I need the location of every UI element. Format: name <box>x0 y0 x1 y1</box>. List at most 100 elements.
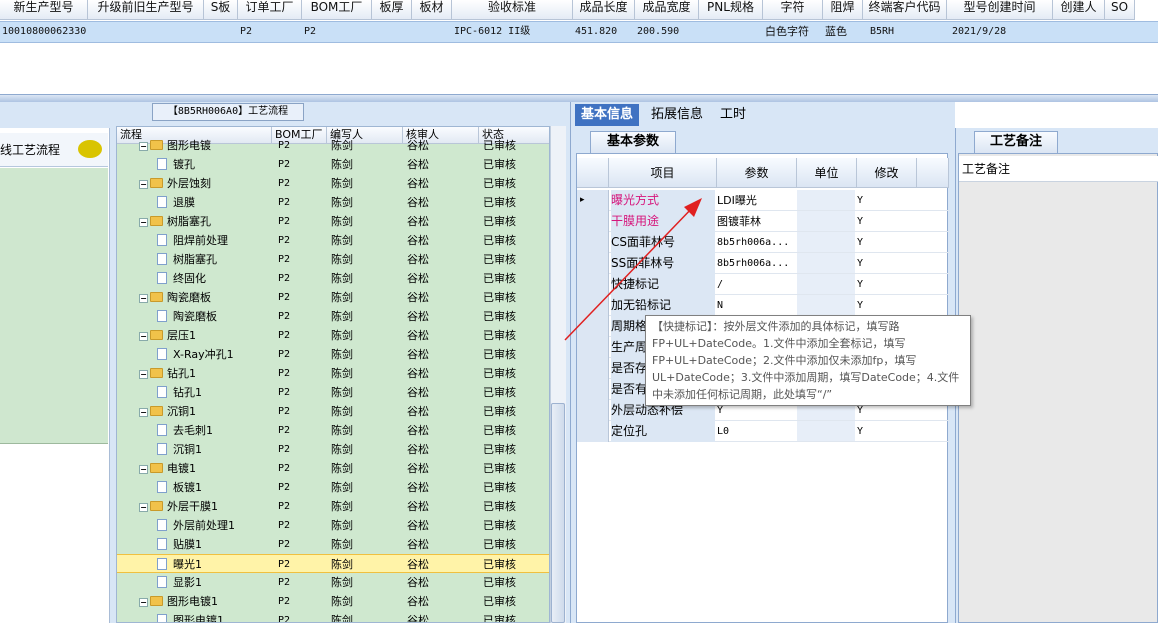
param-modify[interactable]: Y <box>857 295 915 316</box>
col-header-solder[interactable]: 阻焊 <box>823 0 863 20</box>
param-value[interactable]: LDI曝光 <box>717 190 795 211</box>
param-unit[interactable] <box>797 421 855 441</box>
grid-col-param[interactable]: 参数 <box>717 158 797 188</box>
tree-row[interactable]: 陶瓷磨板 P2 陈剑 谷松 已审核 <box>117 307 549 326</box>
collapse-icon[interactable]: − <box>139 332 148 341</box>
collapse-icon[interactable]: − <box>139 142 148 151</box>
notes-box[interactable] <box>958 153 1158 623</box>
param-modify[interactable]: Y <box>857 211 915 232</box>
col-header-new-model[interactable]: 新生产型号 <box>0 0 88 20</box>
tree-row[interactable]: − 沉铜1 P2 陈剑 谷松 已审核 <box>117 402 549 421</box>
tree-row[interactable]: 镀孔 P2 陈剑 谷松 已审核 <box>117 155 549 174</box>
collapse-icon[interactable]: − <box>139 503 148 512</box>
param-unit[interactable] <box>797 253 855 273</box>
param-value[interactable]: L0 <box>717 421 795 442</box>
tree-row[interactable]: − 层压1 P2 陈剑 谷松 已审核 <box>117 326 549 345</box>
tree-row[interactable]: − 电镀1 P2 陈剑 谷松 已审核 <box>117 459 549 478</box>
sidebar-header[interactable]: 线工艺流程 <box>0 133 108 167</box>
cell-acceptance[interactable]: IPC-6012 II级 <box>452 22 570 42</box>
collapse-icon[interactable]: − <box>139 408 148 417</box>
param-value[interactable]: 8b5rh006a... <box>717 232 795 253</box>
param-unit[interactable] <box>797 190 855 210</box>
cell-char[interactable]: 白色字符 <box>763 22 821 42</box>
cell-length[interactable]: 451.820 <box>573 22 633 42</box>
tree-scroll-thumb[interactable] <box>551 403 565 623</box>
tree-row[interactable]: 外层前处理1 P2 陈剑 谷松 已审核 <box>117 516 549 535</box>
param-unit[interactable] <box>797 211 855 231</box>
param-value[interactable]: / <box>717 274 795 295</box>
tree-row[interactable]: − 钻孔1 P2 陈剑 谷松 已审核 <box>117 364 549 383</box>
param-value[interactable]: 图镀菲林 <box>717 211 795 232</box>
param-modify[interactable]: Y <box>857 232 915 253</box>
tree-row[interactable]: − 图形电镀 P2 陈剑 谷松 已审核 <box>117 136 549 155</box>
row-header[interactable] <box>577 421 609 442</box>
param-value[interactable]: 8b5rh006a... <box>717 253 795 274</box>
col-header-creator[interactable]: 创建人 <box>1053 0 1105 20</box>
cell-customer[interactable]: B5RH <box>868 22 946 42</box>
tab-process-notes[interactable]: 工艺备注 <box>974 131 1058 153</box>
tree-row[interactable]: X-Ray冲孔1 P2 陈剑 谷松 已审核 <box>117 345 549 364</box>
collapse-icon[interactable]: − <box>139 465 148 474</box>
col-header-s-board[interactable]: S板 <box>204 0 238 20</box>
tree-row[interactable]: 曝光1 P2 陈剑 谷松 已审核 <box>117 554 549 573</box>
col-header-so[interactable]: SO <box>1105 0 1135 20</box>
param-unit[interactable] <box>797 232 855 252</box>
collapse-icon[interactable]: − <box>139 294 148 303</box>
tab-extended-info[interactable]: 拓展信息 <box>645 104 709 126</box>
grid-col-mod[interactable]: 修改 <box>857 158 917 188</box>
tree-row[interactable]: − 陶瓷磨板 P2 陈剑 谷松 已审核 <box>117 288 549 307</box>
tree-row[interactable]: − 树脂塞孔 P2 陈剑 谷松 已审核 <box>117 212 549 231</box>
col-header-customer[interactable]: 终端客户代码 <box>863 0 947 20</box>
tree-row[interactable]: 图形电镀1 P2 陈剑 谷松 已审核 <box>117 611 549 622</box>
tree-row[interactable]: 贴膜1 P2 陈剑 谷松 已审核 <box>117 535 549 554</box>
horizontal-splitter[interactable] <box>0 94 1158 102</box>
tab-work-hours[interactable]: 工时 <box>714 104 752 126</box>
row-header[interactable] <box>577 379 609 400</box>
grid-col-unit[interactable]: 单位 <box>797 158 857 188</box>
col-header-char[interactable]: 字符 <box>763 0 823 20</box>
param-unit[interactable] <box>797 274 855 294</box>
cell-width[interactable]: 200.590 <box>635 22 695 42</box>
collapse-icon[interactable]: − <box>139 598 148 607</box>
cell-created[interactable]: 2021/9/28 <box>950 22 1050 42</box>
tree-row[interactable]: 板镀1 P2 陈剑 谷松 已审核 <box>117 478 549 497</box>
param-modify[interactable]: Y <box>857 253 915 274</box>
chat-bubble-icon[interactable] <box>78 140 102 158</box>
col-header-old-model[interactable]: 升级前旧生产型号 <box>88 0 204 20</box>
col-header-material[interactable]: 板材 <box>412 0 452 20</box>
collapse-icon[interactable]: − <box>139 370 148 379</box>
tree-row[interactable]: 去毛刺1 P2 陈剑 谷松 已审核 <box>117 421 549 440</box>
tree-row[interactable]: − 外层干膜1 P2 陈剑 谷松 已审核 <box>117 497 549 516</box>
col-header-created[interactable]: 型号创建时间 <box>947 0 1053 20</box>
tab-basic-params[interactable]: 基本参数 <box>590 131 676 153</box>
tree-row[interactable]: − 图形电镀1 P2 陈剑 谷松 已审核 <box>117 592 549 611</box>
param-modify[interactable]: Y <box>857 190 915 211</box>
collapse-icon[interactable]: − <box>139 218 148 227</box>
param-modify[interactable]: Y <box>857 274 915 295</box>
col-header-pnl[interactable]: PNL规格 <box>699 0 763 20</box>
cell-solder[interactable]: 蓝色 <box>823 22 861 42</box>
tree-row[interactable]: − 外层蚀刻 P2 陈剑 谷松 已审核 <box>117 174 549 193</box>
grid-col-item[interactable]: 项目 <box>609 158 717 188</box>
cell-bom-factory[interactable]: P2 <box>302 22 362 42</box>
col-header-acceptance[interactable]: 验收标准 <box>452 0 573 20</box>
cell-order-factory[interactable]: P2 <box>238 22 298 42</box>
col-header-width[interactable]: 成品宽度 <box>635 0 699 20</box>
tree-row[interactable]: 树脂塞孔 P2 陈剑 谷松 已审核 <box>117 250 549 269</box>
tree-row[interactable]: 沉铜1 P2 陈剑 谷松 已审核 <box>117 440 549 459</box>
tree-row[interactable]: 钻孔1 P2 陈剑 谷松 已审核 <box>117 383 549 402</box>
col-header-order-factory[interactable]: 订单工厂 <box>238 0 302 20</box>
param-unit[interactable] <box>797 295 855 315</box>
cell-new-model[interactable]: 10010800062330 <box>0 22 88 42</box>
tree-row[interactable]: 阻焊前处理 P2 陈剑 谷松 已审核 <box>117 231 549 250</box>
col-header-length[interactable]: 成品长度 <box>573 0 635 20</box>
param-modify[interactable]: Y <box>857 421 915 442</box>
collapse-icon[interactable]: − <box>139 180 148 189</box>
row-header[interactable] <box>577 358 609 379</box>
param-row[interactable]: 定位孔 L0 Y <box>577 421 949 442</box>
tree-row[interactable]: 终固化 P2 陈剑 谷松 已审核 <box>117 269 549 288</box>
col-header-thickness[interactable]: 板厚 <box>372 0 412 20</box>
tree-row[interactable]: 显影1 P2 陈剑 谷松 已审核 <box>117 573 549 592</box>
tree-row[interactable]: 退膜 P2 陈剑 谷松 已审核 <box>117 193 549 212</box>
process-flow-tab[interactable]: 【8B5RH006A0】工艺流程 <box>152 103 304 121</box>
